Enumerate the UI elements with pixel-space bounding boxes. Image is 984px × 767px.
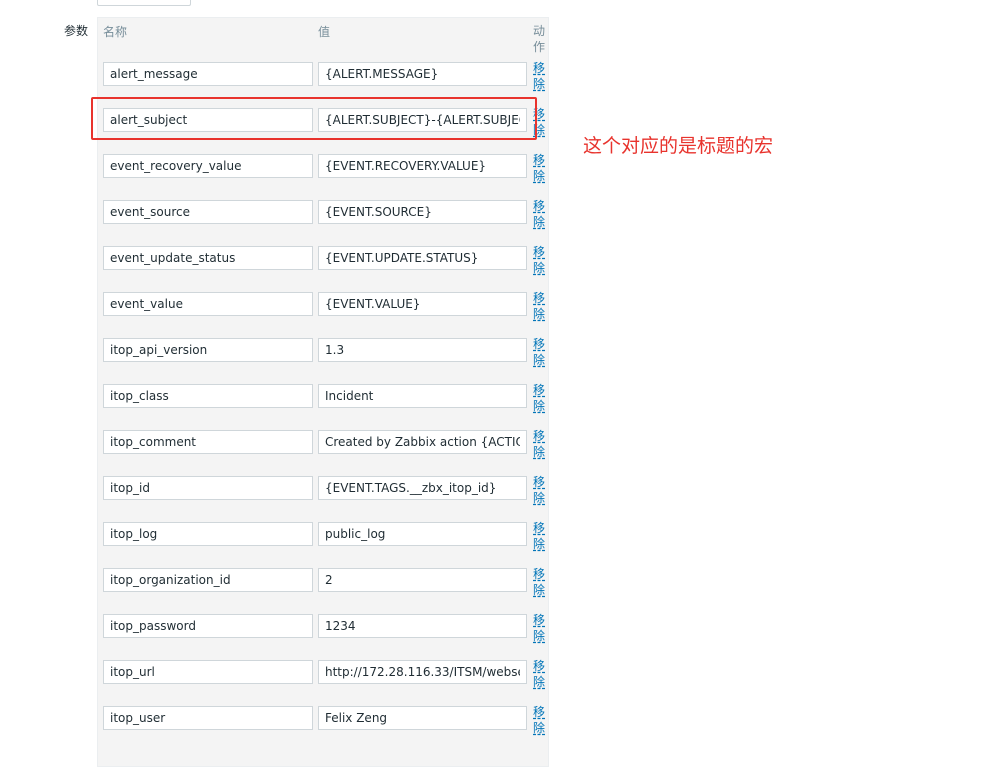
parameter-value-input[interactable] bbox=[318, 108, 527, 132]
previous-field-edge bbox=[97, 0, 191, 6]
parameter-row: 移除 bbox=[103, 521, 549, 551]
parameter-value-input[interactable] bbox=[318, 338, 527, 362]
parameter-row: 移除 bbox=[103, 107, 549, 137]
remove-parameter-link[interactable]: 移除 bbox=[533, 704, 546, 736]
remove-parameter-link[interactable]: 移除 bbox=[533, 658, 546, 690]
parameter-value-input[interactable] bbox=[318, 476, 527, 500]
parameter-name-input[interactable] bbox=[103, 62, 313, 86]
parameter-row: 移除 bbox=[103, 61, 549, 91]
parameter-value-input[interactable] bbox=[318, 292, 527, 316]
column-header-action: 动作 bbox=[533, 24, 546, 54]
parameter-name-input[interactable] bbox=[103, 338, 313, 362]
parameter-name-input[interactable] bbox=[103, 614, 313, 638]
remove-parameter-link[interactable]: 移除 bbox=[533, 474, 546, 506]
parameter-name-input[interactable] bbox=[103, 246, 313, 270]
remove-parameter-link[interactable]: 移除 bbox=[533, 60, 546, 92]
parameter-row: 移除 bbox=[103, 429, 549, 459]
parameter-value-input[interactable] bbox=[318, 154, 527, 178]
remove-parameter-link[interactable]: 移除 bbox=[533, 428, 546, 460]
parameter-row: 移除 bbox=[103, 383, 549, 413]
parameter-value-input[interactable] bbox=[318, 430, 527, 454]
remove-parameter-link[interactable]: 移除 bbox=[533, 152, 546, 184]
parameter-value-input[interactable] bbox=[318, 200, 527, 224]
parameter-value-input[interactable] bbox=[318, 614, 527, 638]
parameter-name-input[interactable] bbox=[103, 108, 313, 132]
parameter-row: 移除 bbox=[103, 245, 549, 275]
remove-parameter-link[interactable]: 移除 bbox=[533, 106, 546, 138]
parameter-row: 移除 bbox=[103, 567, 549, 597]
parameter-name-input[interactable] bbox=[103, 660, 313, 684]
parameter-row: 移除 bbox=[103, 153, 549, 183]
parameter-row: 移除 bbox=[103, 291, 549, 321]
parameter-value-input[interactable] bbox=[318, 384, 527, 408]
remove-parameter-link[interactable]: 移除 bbox=[533, 612, 546, 644]
parameter-row: 移除 bbox=[103, 337, 549, 367]
remove-parameter-link[interactable]: 移除 bbox=[533, 336, 546, 368]
column-header-name: 名称 bbox=[103, 25, 128, 39]
parameters-label: 参数 bbox=[64, 24, 89, 38]
parameter-value-input[interactable] bbox=[318, 706, 527, 730]
remove-parameter-link[interactable]: 移除 bbox=[533, 520, 546, 552]
remove-parameter-link[interactable]: 移除 bbox=[533, 244, 546, 276]
parameter-row: 移除 bbox=[103, 199, 549, 229]
parameter-name-input[interactable] bbox=[103, 568, 313, 592]
remove-parameter-link[interactable]: 移除 bbox=[533, 566, 546, 598]
parameter-row: 移除 bbox=[103, 659, 549, 689]
parameter-name-input[interactable] bbox=[103, 430, 313, 454]
parameter-name-input[interactable] bbox=[103, 384, 313, 408]
remove-parameter-link[interactable]: 移除 bbox=[533, 290, 546, 322]
parameter-name-input[interactable] bbox=[103, 522, 313, 546]
parameter-value-input[interactable] bbox=[318, 246, 527, 270]
parameter-value-input[interactable] bbox=[318, 62, 527, 86]
parameter-row: 移除 bbox=[103, 475, 549, 505]
column-header-value: 值 bbox=[318, 25, 331, 39]
parameter-row: 移除 bbox=[103, 613, 549, 643]
parameter-value-input[interactable] bbox=[318, 522, 527, 546]
parameter-name-input[interactable] bbox=[103, 292, 313, 316]
parameter-name-input[interactable] bbox=[103, 706, 313, 730]
parameter-row: 移除 bbox=[103, 705, 549, 735]
annotation-text: 这个对应的是标题的宏 bbox=[583, 135, 774, 157]
remove-parameter-link[interactable]: 移除 bbox=[533, 198, 546, 230]
parameter-name-input[interactable] bbox=[103, 154, 313, 178]
parameter-value-input[interactable] bbox=[318, 568, 527, 592]
parameter-name-input[interactable] bbox=[103, 200, 313, 224]
parameter-value-input[interactable] bbox=[318, 660, 527, 684]
remove-parameter-link[interactable]: 移除 bbox=[533, 382, 546, 414]
parameter-name-input[interactable] bbox=[103, 476, 313, 500]
